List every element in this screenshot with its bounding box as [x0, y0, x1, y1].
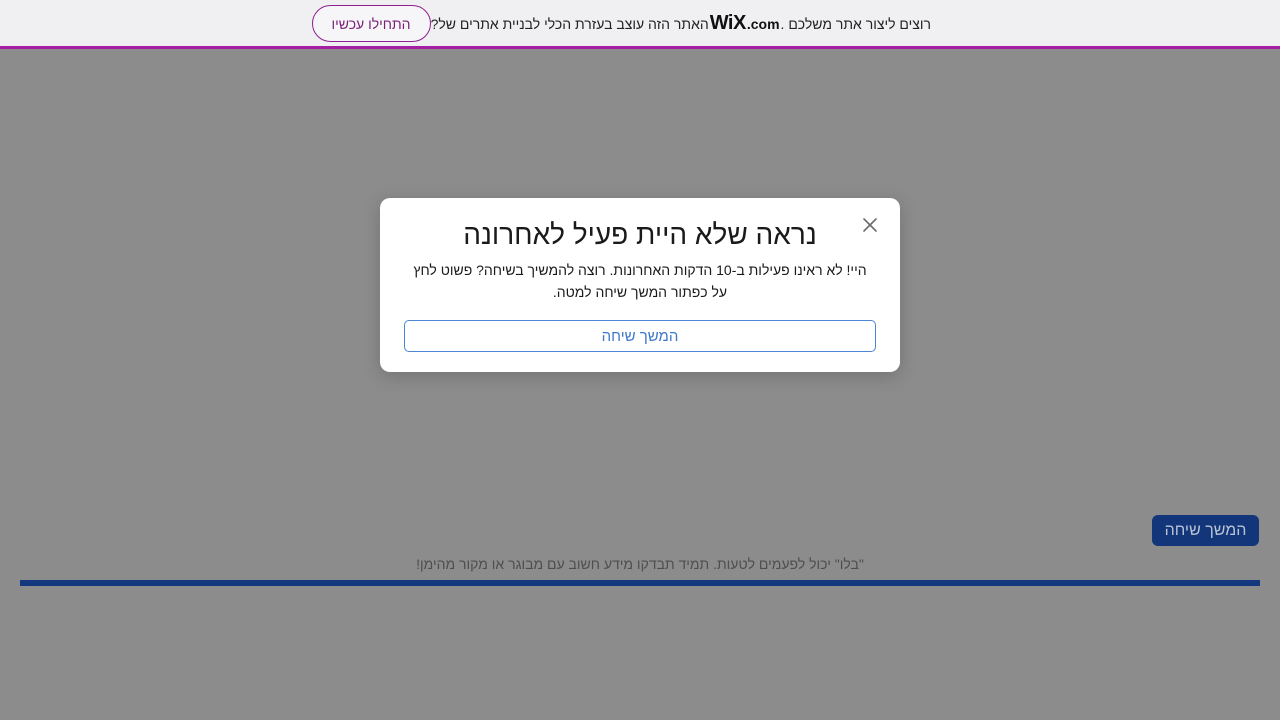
wix-logo[interactable]: WiX .com	[710, 12, 780, 35]
dialog-title: נראה שלא היית פעיל לאחרונה	[463, 219, 817, 250]
banner-text-before-logo: ?האתר הזה עוצב בעזרת הכלי לבניית אתרים ש…	[430, 15, 709, 32]
wix-banner-content: התחילו עכשיו ?האתר הזה עוצב בעזרת הכלי ל…	[311, 5, 931, 42]
wix-banner-message: ?האתר הזה עוצב בעזרת הכלי לבניית אתרים ש…	[431, 12, 931, 35]
wix-promo-banner: התחילו עכשיו ?האתר הזה עוצב בעזרת הכלי ל…	[0, 0, 1280, 49]
continue-chat-button[interactable]: המשך שיחה	[1152, 515, 1259, 546]
dialog-continue-chat-button[interactable]: המשך שיחה	[404, 320, 876, 352]
inactivity-dialog: נראה שלא היית פעיל לאחרונה היי! לא ראינו…	[380, 198, 900, 372]
wix-logo-suffix: .com	[746, 16, 780, 32]
start-now-button[interactable]: התחילו עכשיו	[311, 5, 431, 42]
ai-disclaimer-text: "בלו" יכול לפעמים לטעות. תמיד תבדקו מידע…	[416, 556, 864, 572]
chat-input-bar	[20, 580, 1260, 586]
wix-logo-brand: WiX	[709, 12, 747, 34]
banner-text-after-logo: . רוצים ליצור אתר משלכם	[780, 15, 931, 32]
dialog-message: היי! לא ראינו פעילות ב-10 הדקות האחרונות…	[413, 262, 867, 300]
